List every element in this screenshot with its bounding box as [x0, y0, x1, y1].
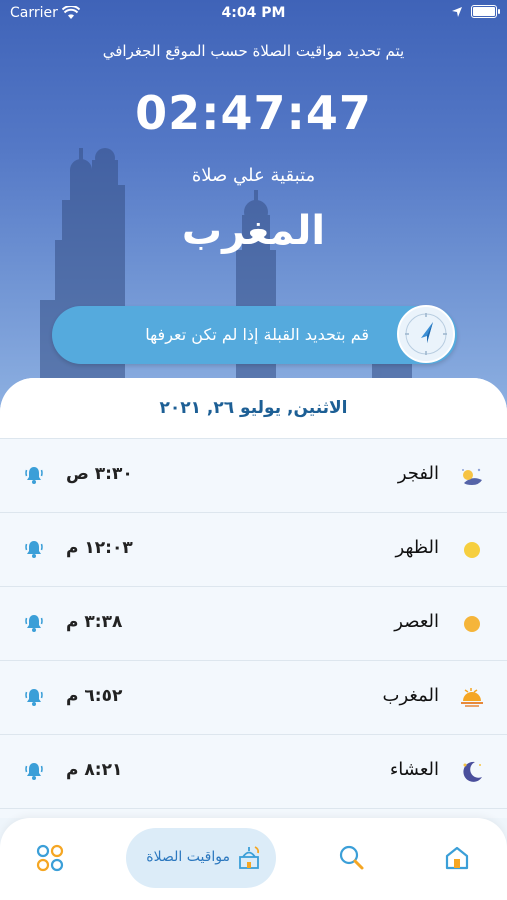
prayer-row-maghrib[interactable]: ٦:٥٢ م المغرب [0, 661, 507, 735]
bell-icon[interactable] [24, 761, 44, 781]
date-header: الاثنين, يوليو ٢٦, ٢٠٢١ [0, 378, 507, 439]
prayer-row-fajr[interactable]: ٣:٣٠ ص الفجر [0, 439, 507, 513]
prayer-time: ٣:٣٨ م [66, 612, 123, 632]
status-time: 4:04 PM [221, 5, 286, 21]
status-bar: Carrier 4:04 PM [0, 0, 507, 28]
prayer-card: الاثنين, يوليو ٢٦, ٢٠٢١ ٣:٣٠ ص الفجر ١٢:… [0, 378, 507, 818]
bell-icon[interactable] [24, 465, 44, 485]
qibla-label: قم بتحديد القبلة إذا لم تكن تعرفها [145, 325, 369, 344]
apps-grid-icon[interactable] [36, 844, 64, 872]
dawn-icon [462, 468, 482, 485]
qibla-button[interactable]: قم بتحديد القبلة إذا لم تكن تعرفها [52, 305, 457, 364]
bell-icon[interactable] [24, 687, 44, 707]
location-arrow-icon [452, 6, 462, 17]
search-icon[interactable] [338, 844, 366, 872]
prayer-time: ٨:٢١ م [66, 760, 123, 780]
prayer-row-asr[interactable]: ٣:٣٨ م العصر [0, 587, 507, 661]
moon-icon [463, 761, 482, 782]
next-prayer-name: المغرب [181, 208, 326, 254]
prayer-name: الفجر [397, 463, 439, 484]
sunset-icon [461, 688, 483, 707]
prayer-name: المغرب [382, 685, 439, 706]
prayer-row-isha[interactable]: ٨:٢١ م العشاء [0, 735, 507, 809]
remaining-label: متبقية علي صلاة [191, 165, 316, 186]
current-date: الاثنين, يوليو ٢٦, ٢٠٢١ [159, 398, 348, 418]
countdown-timer: 02:47:47 [135, 86, 372, 140]
tab-prayer-times[interactable]: مواقيت الصلاة [126, 828, 276, 888]
prayer-name: العصر [394, 611, 439, 632]
prayer-time: ١٢:٠٣ م [66, 538, 133, 558]
bell-icon[interactable] [24, 613, 44, 633]
sun-icon [464, 542, 480, 558]
prayer-time: ٣:٣٠ ص [66, 464, 133, 484]
compass-icon [397, 305, 455, 363]
bell-icon[interactable] [24, 539, 44, 559]
tab-prayer-times-label: مواقيت الصلاة [146, 849, 230, 865]
battery-icon [471, 5, 500, 18]
location-info-text: يتم تحديد مواقيت الصلاة حسب الموقع الجغر… [102, 42, 405, 60]
mosque-icon [239, 846, 260, 869]
prayer-time: ٦:٥٢ م [66, 686, 123, 706]
sun-icon [464, 616, 480, 632]
prayer-name: الظهر [395, 537, 439, 558]
home-icon[interactable] [443, 844, 471, 872]
hero-section: Carrier 4:04 PM يتم تحديد مواقيت الصلاة … [0, 0, 507, 420]
bottom-tab-bar: مواقيت الصلاة [0, 818, 507, 900]
prayer-row-dhuhr[interactable]: ١٢:٠٣ م الظهر [0, 513, 507, 587]
prayer-name: العشاء [389, 759, 439, 780]
